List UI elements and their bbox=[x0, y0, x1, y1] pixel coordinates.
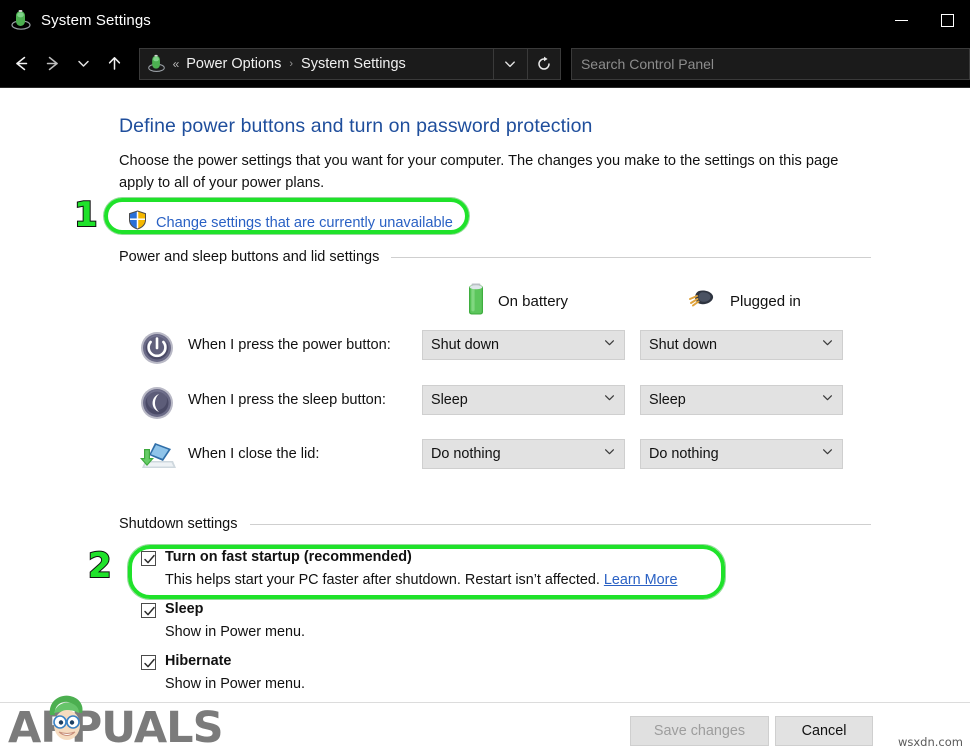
fast-startup-checkbox[interactable] bbox=[141, 551, 156, 566]
sleep-button-plugged-in-dropdown[interactable]: Sleep bbox=[640, 385, 843, 415]
source-watermark: wsxdn.com bbox=[898, 735, 963, 749]
sleep-button-plugged-in-value: Sleep bbox=[649, 392, 686, 408]
chevron-down-icon bbox=[603, 391, 616, 409]
cancel-button[interactable]: Cancel bbox=[775, 716, 873, 746]
fast-startup-title: Turn on fast startup (recommended) bbox=[165, 549, 412, 565]
power-button-label: When I press the power button: bbox=[188, 337, 391, 353]
sleep-moon-icon bbox=[137, 383, 177, 423]
sleep-title: Sleep bbox=[165, 601, 203, 617]
column-header-plugged-in: Plugged in bbox=[688, 287, 801, 316]
chevron-down-icon bbox=[603, 445, 616, 463]
power-section-label: Power and sleep buttons and lid settings bbox=[119, 249, 379, 265]
recent-locations-chevron-down-icon[interactable] bbox=[68, 44, 99, 84]
up-button[interactable] bbox=[99, 44, 130, 84]
power-button-on-battery-value: Shut down bbox=[431, 337, 499, 353]
breadcrumb-overflow[interactable]: « bbox=[173, 57, 180, 71]
setting-row-sleep-button: When I press the sleep button: Sleep Sle… bbox=[119, 381, 871, 425]
search-placeholder: Search Control Panel bbox=[581, 56, 714, 72]
system-settings-window: System Settings « bbox=[0, 0, 970, 755]
hibernate-title: Hibernate bbox=[165, 653, 231, 669]
on-battery-label: On battery bbox=[498, 293, 568, 310]
chevron-down-icon bbox=[603, 336, 616, 354]
learn-more-link[interactable]: Learn More bbox=[604, 572, 678, 588]
column-header-on-battery: On battery bbox=[466, 282, 568, 321]
chevron-down-icon bbox=[821, 391, 834, 409]
power-plug-icon bbox=[688, 287, 718, 316]
chevron-down-icon bbox=[821, 336, 834, 354]
close-lid-label: When I close the lid: bbox=[188, 446, 319, 462]
change-settings-link-row[interactable]: Change settings that are currently unava… bbox=[128, 210, 453, 235]
power-section-header: Power and sleep buttons and lid settings bbox=[119, 249, 871, 265]
setting-row-close-lid: When I close the lid: Do nothing Do noth… bbox=[119, 435, 871, 479]
marker-one: 1 bbox=[74, 198, 98, 232]
shutdown-section-header: Shutdown settings bbox=[119, 516, 871, 532]
laptop-lid-icon bbox=[137, 437, 177, 477]
refresh-icon[interactable] bbox=[528, 48, 561, 80]
sleep-checkbox[interactable] bbox=[141, 603, 156, 618]
fast-startup-subtitle: This helps start your PC faster after sh… bbox=[165, 572, 677, 588]
change-settings-link[interactable]: Change settings that are currently unava… bbox=[156, 215, 453, 231]
close-lid-on-battery-dropdown[interactable]: Do nothing bbox=[422, 439, 625, 469]
breadcrumb-battery-settings-icon bbox=[147, 54, 166, 73]
forward-button[interactable] bbox=[37, 44, 68, 84]
battery-settings-icon bbox=[10, 9, 32, 31]
address-bar: « Power Options › System Settings Search… bbox=[0, 40, 970, 88]
close-lid-on-battery-value: Do nothing bbox=[431, 446, 501, 462]
breadcrumb-item-power-options[interactable]: Power Options bbox=[186, 56, 281, 72]
breadcrumb-chevron-down-icon[interactable] bbox=[493, 49, 527, 79]
window-title: System Settings bbox=[41, 12, 151, 29]
title-bar: System Settings bbox=[0, 0, 970, 40]
maximize-button[interactable] bbox=[924, 0, 970, 40]
hibernate-checkbox[interactable] bbox=[141, 655, 156, 670]
breadcrumb-separator: › bbox=[289, 58, 293, 70]
search-input[interactable]: Search Control Panel bbox=[571, 48, 970, 80]
appuals-watermark: APPUALS bbox=[8, 697, 238, 753]
appuals-mascot-icon bbox=[36, 689, 98, 755]
power-button-plugged-in-value: Shut down bbox=[649, 337, 717, 353]
uac-shield-icon bbox=[128, 210, 147, 235]
breadcrumb-item-system-settings[interactable]: System Settings bbox=[301, 56, 406, 72]
battery-icon bbox=[466, 282, 486, 321]
marker-two: 2 bbox=[88, 549, 112, 583]
shutdown-section-label: Shutdown settings bbox=[119, 516, 238, 532]
save-changes-button[interactable]: Save changes bbox=[630, 716, 769, 746]
sleep-button-on-battery-dropdown[interactable]: Sleep bbox=[422, 385, 625, 415]
chevron-down-icon bbox=[821, 445, 834, 463]
power-button-on-battery-dropdown[interactable]: Shut down bbox=[422, 330, 625, 360]
power-section-divider bbox=[391, 257, 871, 258]
shutdown-section-divider bbox=[250, 524, 872, 525]
content-area: Define power buttons and turn on passwor… bbox=[0, 89, 970, 702]
page-title: Define power buttons and turn on passwor… bbox=[119, 115, 593, 138]
close-lid-plugged-in-dropdown[interactable]: Do nothing bbox=[640, 439, 843, 469]
back-button[interactable] bbox=[6, 44, 37, 84]
page-description: Choose the power settings that you want … bbox=[119, 150, 849, 194]
power-button-icon bbox=[137, 328, 177, 368]
sleep-subtitle: Show in Power menu. bbox=[165, 624, 305, 640]
plugged-in-label: Plugged in bbox=[730, 293, 801, 310]
sleep-button-on-battery-value: Sleep bbox=[431, 392, 468, 408]
fast-startup-subtitle-text: This helps start your PC faster after sh… bbox=[165, 572, 600, 588]
sleep-button-label: When I press the sleep button: bbox=[188, 392, 386, 408]
close-lid-plugged-in-value: Do nothing bbox=[649, 446, 719, 462]
power-button-plugged-in-dropdown[interactable]: Shut down bbox=[640, 330, 843, 360]
minimize-button[interactable] bbox=[878, 0, 924, 40]
breadcrumb[interactable]: « Power Options › System Settings bbox=[139, 48, 528, 80]
setting-row-power-button: When I press the power button: Shut down… bbox=[119, 326, 871, 370]
hibernate-subtitle: Show in Power menu. bbox=[165, 676, 305, 692]
